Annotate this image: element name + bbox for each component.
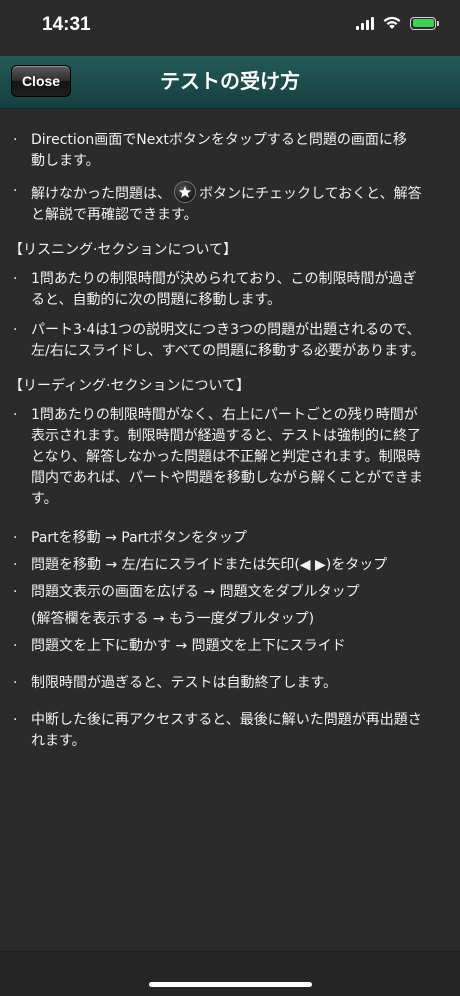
wifi-icon (383, 16, 401, 29)
instructions-content: · Direction画面でNextボタンをタップすると問題の画面に移 動します… (0, 130, 460, 752)
operation-note: (解答欄を表示する → もう一度ダブルタップ) (31, 611, 315, 627)
list-item: · 問題文表示の画面を広げる → 問題文をダブルタップ (13, 584, 360, 600)
list-item: · 1問あたりの制限時間がなく、右上にパートごとの残り時間が 表示されます。制限… (13, 407, 423, 507)
list-item: · Direction画面でNextボタンをタップすると問題の画面に移 動します… (13, 132, 407, 169)
list-item: · 1問あたりの制限時間が決められており、この制限時間が過ぎ ると、自動的に次の… (13, 271, 417, 308)
star-check-icon (174, 181, 196, 203)
signal-icon (356, 16, 374, 30)
status-icons (356, 16, 439, 30)
status-time: 14:31 (42, 14, 91, 35)
list-item: · Partを移動 → Partボタンをタップ (13, 530, 247, 546)
list-item: · 中断した後に再アクセスすると、最後に解いた問題が再出題さ れます。 (13, 712, 422, 749)
list-item: · パート3·4は1つの説明文につき3つの問題が出題されるので、 左/右にスライ… (13, 322, 425, 359)
status-bar: 14:31 (0, 0, 460, 56)
list-item: · 解けなかった問題は、 ボタンにチェックしておくと、解答 と解説で再確認できます… (13, 181, 422, 223)
section-heading-listening: 【リスニング·セクションについて】 (9, 242, 238, 258)
list-item: · 制限時間が過ぎると、テストは自動終了します。 (13, 675, 338, 691)
list-item: · 問題文を上下に動かす → 問題文を上下にスライド (13, 638, 346, 654)
section-heading-reading: 【リーディング·セクションについて】 (9, 378, 251, 394)
nav-bar: Close テストの受け方 (0, 56, 460, 109)
battery-icon (410, 16, 439, 30)
page-title: テストの受け方 (160, 69, 300, 93)
list-item: · 問題を移動 → 左/右にスライドまたは矢印(◀ ▶)をタップ (13, 557, 388, 573)
home-indicator[interactable] (149, 982, 312, 987)
bottom-bar (0, 951, 460, 996)
